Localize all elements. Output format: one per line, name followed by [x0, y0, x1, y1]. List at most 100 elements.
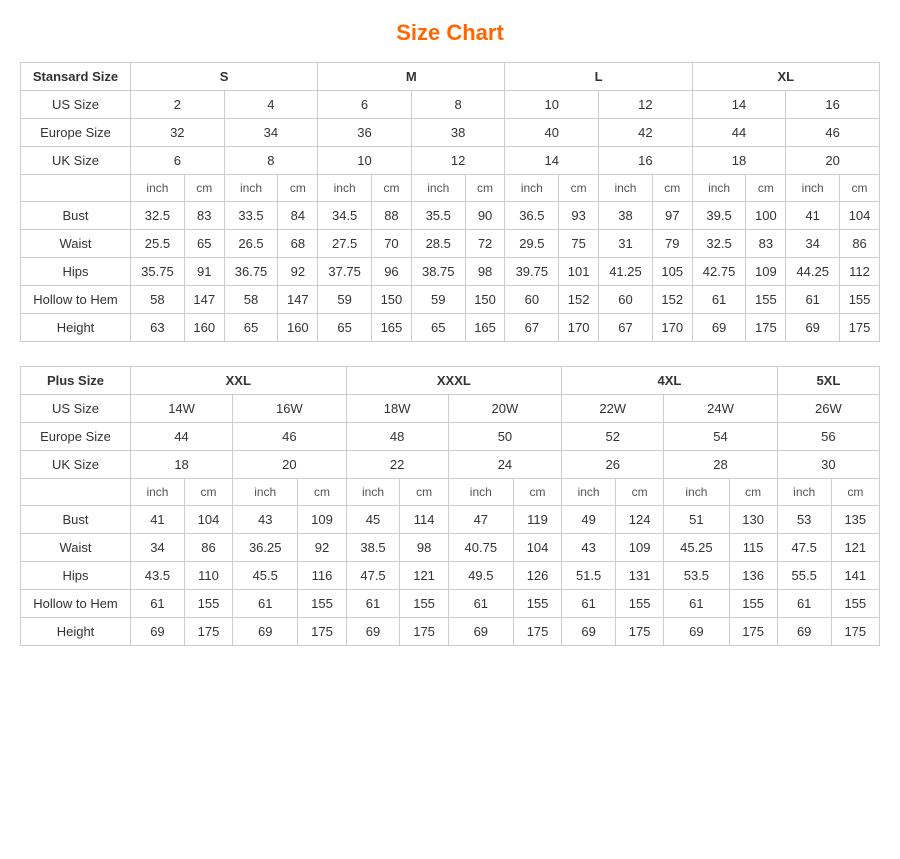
measurement-value: 155: [746, 286, 786, 314]
measurement-value: 150: [372, 286, 412, 314]
us-size-value: 14: [692, 91, 786, 119]
measurement-value: 61: [131, 590, 185, 618]
measurement-value: 69: [131, 618, 185, 646]
measurement-value: 116: [298, 562, 346, 590]
measurement-value: 79: [652, 230, 692, 258]
measurement-value: 61: [233, 590, 298, 618]
measurement-value: 175: [831, 618, 879, 646]
measurement-value: 175: [746, 314, 786, 342]
measurement-label: Waist: [21, 534, 131, 562]
measurement-value: 41: [786, 202, 840, 230]
measurement-value: 65: [411, 314, 465, 342]
europe-size-value: 52: [562, 423, 664, 451]
us-size-value: 26W: [777, 395, 879, 423]
measurement-value: 68: [278, 230, 318, 258]
measurement-value: 47.5: [777, 534, 831, 562]
uk-size-value: 24: [448, 451, 561, 479]
measurement-value: 69: [777, 618, 831, 646]
measurement-value: 92: [298, 534, 346, 562]
measurement-value: 59: [411, 286, 465, 314]
measurement-label: Hips: [21, 562, 131, 590]
europe-size-value: 46: [233, 423, 346, 451]
unit-cm: cm: [746, 175, 786, 202]
measurement-value: 165: [372, 314, 412, 342]
size-4xl-header: 4XL: [562, 367, 778, 395]
europe-size-value: 40: [505, 119, 599, 147]
size-s-header: S: [131, 63, 318, 91]
europe-size-value: 46: [786, 119, 880, 147]
plus-size-label: Plus Size: [21, 367, 131, 395]
measurement-value: 155: [400, 590, 448, 618]
measurement-value: 109: [616, 534, 664, 562]
measurement-value: 69: [786, 314, 840, 342]
europe-size-value: 44: [131, 423, 233, 451]
measurement-value: 34.5: [318, 202, 372, 230]
unit-cm: cm: [840, 175, 880, 202]
measurement-value: 69: [346, 618, 400, 646]
measurement-value: 38.5: [346, 534, 400, 562]
size-xxxl-header: XXXL: [346, 367, 562, 395]
measurement-value: 110: [184, 562, 232, 590]
europe-size-value: 56: [777, 423, 879, 451]
size-xxl-header: XXL: [131, 367, 347, 395]
measurement-value: 100: [746, 202, 786, 230]
measurement-value: 40.75: [448, 534, 513, 562]
unit-cm: cm: [184, 175, 224, 202]
measurement-value: 33.5: [224, 202, 278, 230]
measurement-value: 155: [184, 590, 232, 618]
measurement-value: 101: [559, 258, 599, 286]
unit-inch: inch: [777, 479, 831, 506]
measurement-value: 27.5: [318, 230, 372, 258]
uk-size-value: 28: [664, 451, 777, 479]
us-size-value: 4: [224, 91, 318, 119]
measurement-value: 124: [616, 506, 664, 534]
measurement-value: 44.25: [786, 258, 840, 286]
measurement-value: 36.5: [505, 202, 559, 230]
measurement-value: 61: [664, 590, 729, 618]
measurement-value: 61: [448, 590, 513, 618]
measurement-value: 61: [786, 286, 840, 314]
measurement-value: 92: [278, 258, 318, 286]
measurement-value: 98: [465, 258, 505, 286]
unit-inch: inch: [131, 479, 185, 506]
measurement-value: 86: [840, 230, 880, 258]
measurement-value: 65: [184, 230, 224, 258]
measurement-value: 131: [616, 562, 664, 590]
measurement-value: 58: [224, 286, 278, 314]
europe-size-value: 38: [411, 119, 505, 147]
measurement-value: 175: [840, 314, 880, 342]
measurement-value: 37.75: [318, 258, 372, 286]
plus-size-chart: Plus Size XXL XXXL 4XL 5XL US Size14W16W…: [20, 366, 880, 646]
measurement-value: 43: [562, 534, 616, 562]
measurement-value: 29.5: [505, 230, 559, 258]
measurement-value: 39.5: [692, 202, 746, 230]
standard-size-label: Stansard Size: [21, 63, 131, 91]
europe-size-value: 32: [131, 119, 225, 147]
measurement-value: 141: [831, 562, 879, 590]
unit-cm: cm: [513, 479, 561, 506]
measurement-value: 31: [599, 230, 653, 258]
measurement-value: 98: [400, 534, 448, 562]
europe-size-value: 36: [318, 119, 412, 147]
measurement-value: 175: [729, 618, 777, 646]
measurement-value: 61: [346, 590, 400, 618]
measurement-value: 150: [465, 286, 505, 314]
measurement-value: 36.75: [224, 258, 278, 286]
standard-size-chart: Stansard Size S M L XL US Size2468101214…: [20, 62, 880, 342]
measurement-value: 170: [652, 314, 692, 342]
us-size-label: US Size: [21, 395, 131, 423]
measurement-value: 43: [233, 506, 298, 534]
uk-size-value: 30: [777, 451, 879, 479]
unit-inch: inch: [599, 175, 653, 202]
measurement-value: 49.5: [448, 562, 513, 590]
measurement-value: 35.5: [411, 202, 465, 230]
measurement-value: 147: [184, 286, 224, 314]
measurement-value: 155: [298, 590, 346, 618]
measurement-value: 155: [729, 590, 777, 618]
uk-size-value: 12: [411, 147, 505, 175]
measurement-value: 34: [131, 534, 185, 562]
measurement-value: 83: [746, 230, 786, 258]
measurement-value: 175: [298, 618, 346, 646]
measurement-value: 170: [559, 314, 599, 342]
measurement-value: 160: [278, 314, 318, 342]
